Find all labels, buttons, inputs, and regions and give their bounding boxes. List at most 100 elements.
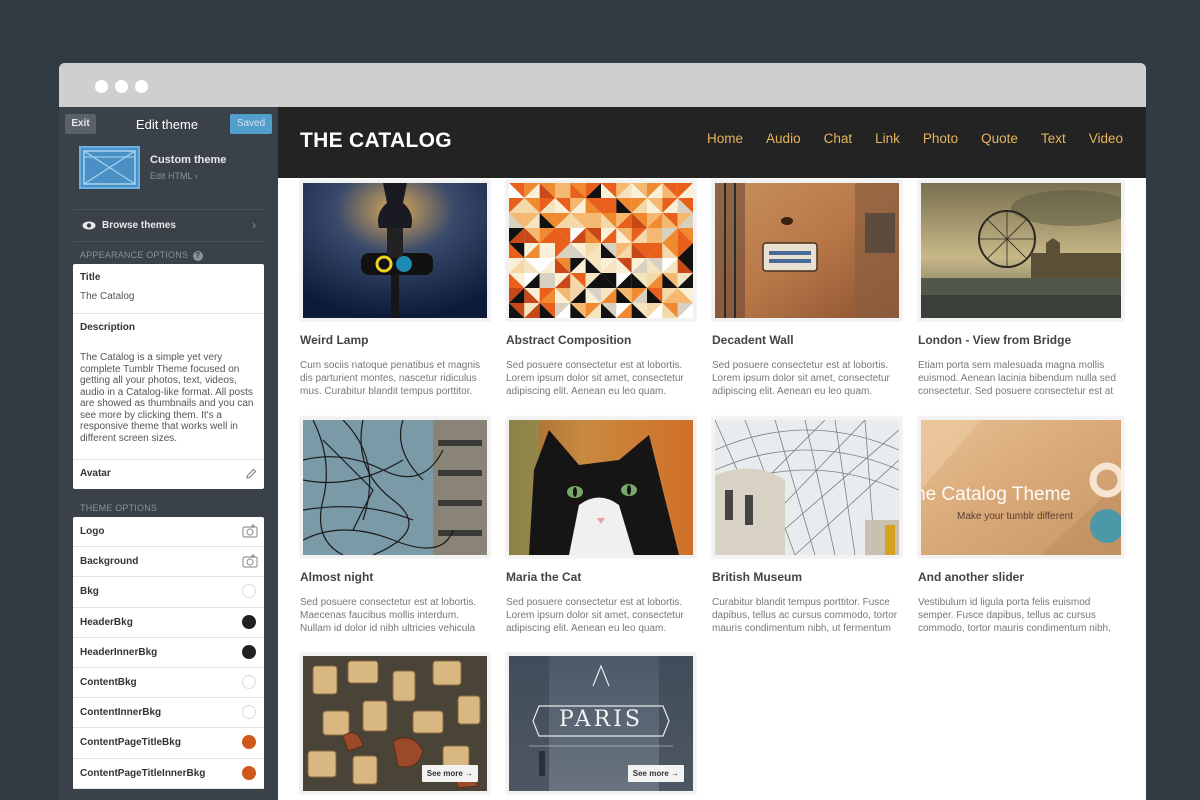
description-field-value[interactable]: The Catalog is a simple yet very complet… bbox=[80, 352, 257, 444]
edit-html-link[interactable]: Edit HTML › bbox=[150, 171, 198, 181]
nav-link-chat[interactable]: Chat bbox=[824, 131, 853, 146]
post-image-slider[interactable]: he Catalog Theme Make your tumblr differ… bbox=[918, 417, 1124, 558]
post-excerpt: Sed posuere consectetur est at lobortis.… bbox=[506, 359, 696, 398]
sidebar-header: Exit Edit theme Saved bbox=[59, 107, 278, 142]
post-card[interactable]: PARIS See more → bbox=[506, 653, 696, 794]
theme-option-label: Bkg bbox=[80, 586, 99, 598]
avatar-field[interactable]: Avatar bbox=[73, 460, 264, 489]
post-image-weird-lamp[interactable] bbox=[300, 180, 490, 321]
london-photo bbox=[921, 183, 1121, 318]
post-excerpt-line: Nullam id dolor id nibh ultricies vehicu… bbox=[300, 623, 476, 634]
post-title[interactable]: London - View from Bridge bbox=[918, 333, 1126, 347]
nav-link-audio[interactable]: Audio bbox=[766, 131, 801, 146]
see-more-button[interactable]: See more → bbox=[627, 765, 684, 782]
abstract-art bbox=[509, 183, 693, 318]
nav-link-video[interactable]: Video bbox=[1089, 131, 1123, 146]
theme-option-row[interactable]: ContentPageTitleInnerBkg bbox=[73, 759, 264, 789]
nav-link-quote[interactable]: Quote bbox=[981, 131, 1018, 146]
post-card[interactable]: Weird Lamp Cum sociis natoque penatibus … bbox=[300, 180, 490, 398]
post-card[interactable]: See more → bbox=[300, 653, 490, 794]
post-image-abstract-composition[interactable] bbox=[506, 180, 696, 321]
customize-sidebar: Exit Edit theme Saved Custom theme Edit … bbox=[59, 107, 278, 800]
theme-option-row[interactable]: ContentBkg bbox=[73, 668, 264, 699]
theme-option-label: Background bbox=[80, 556, 139, 568]
post-card[interactable]: he Catalog Theme Make your tumblr differ… bbox=[918, 417, 1126, 635]
post-excerpt: Curabitur blandit tempus porttitor. Fusc… bbox=[712, 596, 902, 635]
post-image-decadent-wall[interactable] bbox=[712, 180, 902, 321]
post-title[interactable]: Abstract Composition bbox=[506, 333, 696, 347]
theme-option-row[interactable]: Bkg bbox=[73, 577, 264, 608]
browse-themes-row[interactable]: Browse themes › bbox=[73, 210, 264, 242]
theme-option-row[interactable]: HeaderInnerBkg bbox=[73, 638, 264, 668]
nav-link-photo[interactable]: Photo bbox=[923, 131, 958, 146]
post-image-letters[interactable]: See more → bbox=[300, 653, 490, 794]
theme-option-row[interactable]: ContentPageTitleBkg bbox=[73, 728, 264, 759]
post-excerpt: Sed posuere consectetur est at lobortis.… bbox=[506, 596, 696, 635]
theme-option-label: ContentBkg bbox=[80, 676, 137, 688]
title-field-value[interactable]: The Catalog bbox=[80, 291, 257, 303]
post-title[interactable]: And another slider bbox=[918, 570, 1126, 584]
theme-option-row[interactable]: HeaderBkg bbox=[73, 608, 264, 638]
post-image-almost-night[interactable] bbox=[300, 417, 490, 558]
post-title[interactable]: Weird Lamp bbox=[300, 333, 490, 347]
nav-link-text[interactable]: Text bbox=[1041, 131, 1066, 146]
post-excerpt-line: Sed posuere consectetur est at lobortis. bbox=[506, 360, 683, 371]
post-image-british-museum[interactable] bbox=[712, 417, 902, 558]
theme-options-panel: Logo Background Bkg HeaderBkg HeaderInnerBkg… bbox=[73, 517, 264, 789]
theme-preview: THE CATALOG Home Audio Chat Link Photo Quote T… bbox=[278, 107, 1146, 800]
post-card[interactable]: Decadent Wall Sed posuere consectetur es… bbox=[712, 180, 902, 398]
slider-tagline: Make your tumblr different bbox=[957, 511, 1073, 522]
see-more-button[interactable]: See more → bbox=[421, 765, 478, 782]
color-swatch[interactable] bbox=[242, 614, 256, 629]
post-excerpt-line: mauris condimentum nibh, ut fermentum bbox=[712, 623, 891, 634]
color-swatch[interactable] bbox=[242, 735, 256, 750]
post-card[interactable]: British Museum Curabitur blandit tempus … bbox=[712, 417, 902, 635]
help-icon[interactable]: ? bbox=[192, 251, 203, 261]
theme-option-row[interactable]: Background bbox=[73, 547, 264, 578]
post-excerpt-line: dis parturient montes, nascetur ridiculu… bbox=[300, 373, 477, 384]
post-title[interactable]: Almost night bbox=[300, 570, 490, 584]
exit-button[interactable]: Exit bbox=[65, 114, 96, 134]
post-image-maria-the-cat[interactable] bbox=[506, 417, 696, 558]
post-excerpt-line: consectetur. Sed posuere consectetur est… bbox=[918, 386, 1114, 397]
title-field[interactable]: Title The Catalog bbox=[73, 264, 264, 314]
site-title[interactable]: THE CATALOG bbox=[300, 129, 452, 153]
color-swatch[interactable] bbox=[242, 765, 256, 780]
nav-link-link[interactable]: Link bbox=[875, 131, 900, 146]
cat-photo bbox=[509, 420, 693, 555]
post-card[interactable]: Maria the Cat Sed posuere consectetur es… bbox=[506, 417, 696, 635]
sidebar-title: Edit theme bbox=[135, 117, 199, 132]
site-header: THE CATALOG Home Audio Chat Link Photo Quote T… bbox=[278, 107, 1146, 178]
color-swatch[interactable] bbox=[242, 674, 256, 689]
post-card[interactable]: Almost night Sed posuere consectetur est… bbox=[300, 417, 490, 635]
camera-icon[interactable] bbox=[242, 553, 258, 568]
post-title[interactable]: Decadent Wall bbox=[712, 333, 902, 347]
camera-icon[interactable] bbox=[242, 523, 258, 538]
post-excerpt-line: Sed posuere consectetur est at lobortis. bbox=[712, 360, 889, 371]
post-card[interactable]: Abstract Composition Sed posuere consect… bbox=[506, 180, 696, 398]
post-card[interactable]: London - View from Bridge Etiam porta se… bbox=[918, 180, 1126, 398]
saved-button[interactable]: Saved bbox=[230, 114, 272, 134]
custom-theme-card[interactable]: Custom theme Edit HTML › bbox=[73, 142, 264, 210]
wall-photo bbox=[715, 183, 899, 318]
window-dot-icon[interactable] bbox=[95, 80, 108, 93]
post-title[interactable]: British Museum bbox=[712, 570, 902, 584]
color-swatch[interactable] bbox=[242, 705, 256, 720]
appearance-options-heading: APPEARANCE OPTIONS ? bbox=[80, 242, 257, 264]
post-title[interactable]: Maria the Cat bbox=[506, 570, 696, 584]
description-field[interactable]: Description The Catalog is a simple yet … bbox=[73, 314, 264, 460]
nav-link-home[interactable]: Home bbox=[707, 131, 743, 146]
post-image-paris[interactable]: PARIS See more → bbox=[506, 653, 696, 794]
window-titlebar bbox=[59, 63, 1146, 107]
post-excerpt-line: euismod. Aenean lacinia bibendum nulla s… bbox=[918, 373, 1116, 384]
color-swatch[interactable] bbox=[242, 644, 256, 659]
theme-option-label: ContentPageTitleInnerBkg bbox=[80, 767, 206, 779]
post-image-london[interactable] bbox=[918, 180, 1124, 321]
window-dot-icon[interactable] bbox=[115, 80, 128, 93]
color-swatch[interactable] bbox=[242, 584, 256, 599]
window-dot-icon[interactable] bbox=[135, 80, 148, 93]
theme-option-row[interactable]: Logo bbox=[73, 517, 264, 548]
theme-thumbnail bbox=[79, 146, 140, 189]
pencil-icon[interactable] bbox=[245, 468, 257, 480]
theme-option-row[interactable]: ContentInnerBkg bbox=[73, 698, 264, 729]
